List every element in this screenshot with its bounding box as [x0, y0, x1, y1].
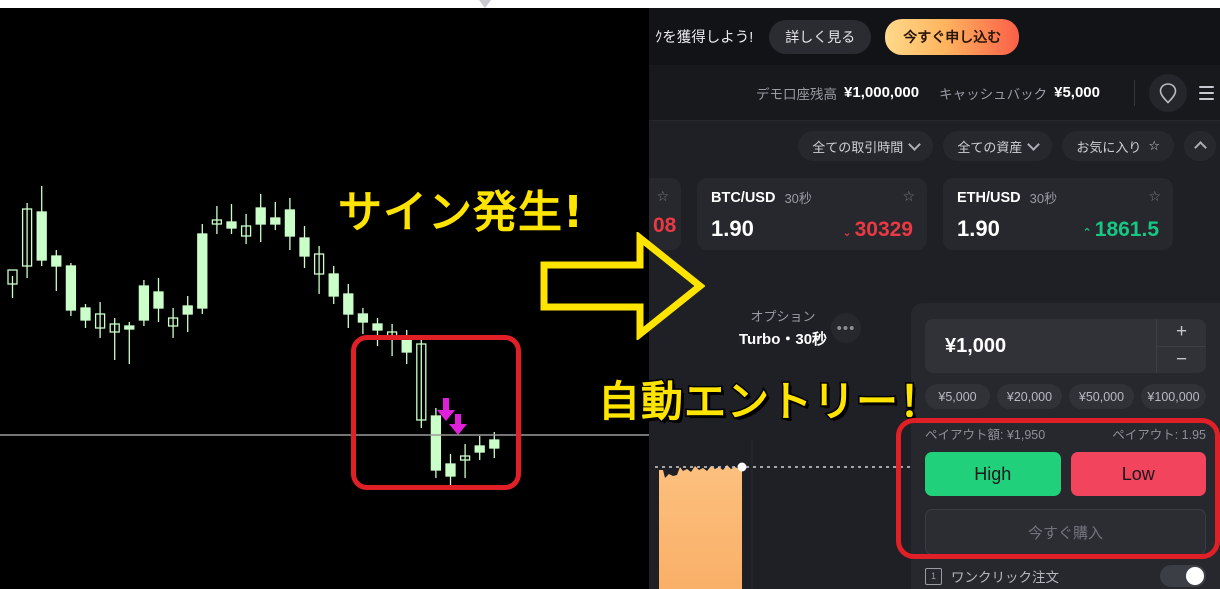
asset-symbol-btc: BTC/USD [711, 189, 776, 206]
amount-preset-row: ¥5,000 ¥20,000 ¥50,000 ¥100,000 [925, 384, 1206, 409]
tab-indicator-nub [479, 0, 491, 8]
apply-now-button[interactable]: 今すぐ申し込む [885, 18, 1020, 55]
payout-info-row: ペイアウト額: ¥1,950 ペイアウト: 1.95 [925, 424, 1206, 443]
collapse-assets-button[interactable] [1184, 131, 1216, 161]
trade-panel: ¥1,000 + − ¥5,000 ¥20,000 ¥50,000 ¥100,0… [911, 303, 1220, 589]
asset-card-eth[interactable]: ETH/USD 30秒 ☆ 1.90 ⌃ 1861.5 [943, 178, 1173, 250]
chevron-down-icon-2 [1027, 138, 1041, 151]
menu-line-3 [1199, 97, 1214, 100]
payout-amount-label: ペイアウト額: ¥1,950 [925, 428, 1046, 442]
favorite-star-icon-0[interactable]: ☆ [656, 188, 669, 205]
asset-symbol-eth: ETH/USD [957, 189, 1021, 206]
asset-price-btc: ⌄ 30329 [842, 218, 913, 242]
live-price-area-chart [649, 440, 939, 589]
asset-filter-label: 全ての資産 [957, 139, 1023, 155]
one-click-order-toggle[interactable] [1160, 565, 1206, 587]
duration-filter-label: 全ての取引時間 [812, 139, 904, 155]
cashback-value: ¥5,000 [1054, 84, 1100, 101]
menu-line-2 [1199, 91, 1214, 94]
asset-price-value-btc: 30329 [854, 218, 913, 241]
direction-button-row: High Low [925, 452, 1206, 496]
payout-rate-label: ペイアウト: 1.95 [1112, 428, 1206, 442]
chevron-up-icon [1193, 141, 1207, 154]
favorites-filter-label: お気に入り [1076, 139, 1142, 155]
one-click-order-row: 1 ワンクリック注文 [925, 561, 1206, 589]
promo-banner: ｸを獲得しよう! 詳しく見る 今すぐ申し込む [649, 8, 1220, 65]
trading-app-panel: ｸを獲得しよう! 詳しく見る 今すぐ申し込む デモ口座残高 ¥1,000,000… [649, 8, 1220, 589]
asset-filter-row: 全ての取引時間 全ての資産 お気に入り ☆ [649, 121, 1220, 171]
option-type-block: オプション Turbo・30秒 [739, 306, 827, 349]
divider [1134, 79, 1135, 106]
favorite-star-icon-eth[interactable]: ☆ [1148, 188, 1161, 205]
amount-increase-button[interactable]: + [1157, 319, 1206, 346]
current-price-marker [737, 462, 747, 472]
menu-line-1 [1199, 85, 1214, 88]
asset-duration-btc: 30秒 [784, 191, 812, 206]
cashback-label: キャッシュバック [939, 86, 1048, 102]
star-outline-icon: ☆ [1148, 138, 1160, 153]
asset-card-btc[interactable]: BTC/USD 30秒 ☆ 1.90 ⌄ 30329 [697, 178, 927, 250]
price-up-caret-icon: ⌃ [1082, 227, 1092, 239]
amount-preset-3[interactable]: ¥100,000 [1141, 384, 1206, 409]
amount-preset-2[interactable]: ¥50,000 [1069, 384, 1134, 409]
option-more-button[interactable]: ••• [831, 313, 861, 343]
duration-filter-dropdown[interactable]: 全ての取引時間 [798, 131, 934, 161]
asset-card-header-btc: BTC/USD 30秒 [711, 188, 913, 207]
annotation-sign-text: サイン発生! [336, 186, 585, 240]
asset-price-value-eth: 1861.5 [1094, 218, 1159, 241]
high-button[interactable]: High [925, 452, 1061, 496]
one-click-order-label: ワンクリック注文 [951, 570, 1059, 585]
asset-price-eth: ⌃ 1861.5 [1083, 218, 1159, 242]
notification-pin-button[interactable] [1149, 73, 1187, 112]
price-down-caret-icon: ⌄ [842, 227, 852, 239]
learn-more-button[interactable]: 詳しく見る [769, 19, 872, 54]
browser-top-strip [0, 0, 1220, 8]
demo-balance-label: デモ口座残高 [756, 86, 838, 102]
amount-preset-1[interactable]: ¥20,000 [997, 384, 1062, 409]
favorites-filter[interactable]: お気に入り ☆ [1062, 131, 1174, 161]
asset-card-header-eth: ETH/USD 30秒 [957, 188, 1159, 207]
menu-button[interactable] [1199, 85, 1214, 100]
asset-multiplier-btc: 1.90 [711, 216, 754, 241]
asset-card-values-btc: 1.90 ⌄ 30329 [711, 216, 913, 242]
amount-decrease-button[interactable]: − [1157, 345, 1206, 374]
favorite-star-icon-btc[interactable]: ☆ [902, 188, 915, 205]
promo-banner-text: ｸを獲得しよう! [655, 30, 754, 46]
amount-input-row[interactable]: ¥1,000 + − [925, 319, 1206, 373]
option-label: オプション [750, 309, 816, 324]
asset-card-values-eth: 1.90 ⌃ 1861.5 [957, 216, 1159, 242]
amount-value: ¥1,000 [945, 334, 1007, 357]
asset-duration-eth: 30秒 [1029, 191, 1058, 206]
asset-card-list: ☆ 08 BTC/USD 30秒 ☆ 1.90 ⌄ 30329 ETH/USD 3… [649, 178, 1220, 250]
one-click-badge-icon: 1 [925, 567, 942, 585]
low-button[interactable]: Low [1070, 452, 1206, 496]
toggle-knob [1186, 567, 1204, 585]
demo-balance-value: ¥1,000,000 [844, 84, 920, 101]
annotation-auto-entry-text: 自動エントリー！ [596, 376, 943, 428]
chevron-down-icon [908, 138, 922, 151]
account-bar: デモ口座残高 ¥1,000,000 キャッシュバック ¥5,000 [649, 65, 1220, 121]
location-pin-icon [1159, 82, 1177, 104]
signal-down-arrow-icon-2 [449, 414, 467, 435]
asset-multiplier-eth: 1.90 [957, 216, 1000, 241]
annotation-right-arrow-icon [540, 232, 705, 340]
buy-now-button[interactable]: 今すぐ購入 [925, 509, 1206, 555]
asset-filter-dropdown[interactable]: 全ての資産 [943, 131, 1053, 161]
option-value: Turbo・30秒 [739, 331, 828, 348]
amount-steppers: + − [1156, 319, 1206, 373]
